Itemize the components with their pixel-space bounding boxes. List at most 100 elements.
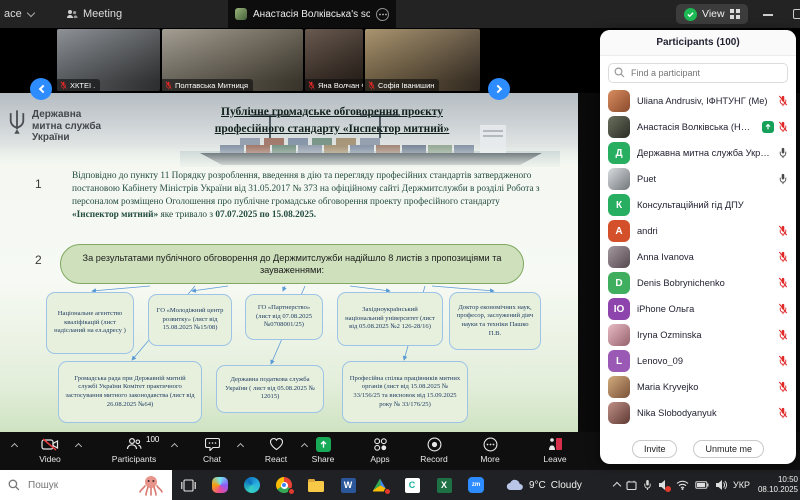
video-name-label: ХКТЕІ . <box>57 79 100 91</box>
chat-icon <box>205 437 220 451</box>
restore-button[interactable] <box>793 9 800 19</box>
tab-shared-screen[interactable]: Анастасія Волківська's screen <box>228 0 396 28</box>
avatar <box>608 324 630 346</box>
participant-name: Iryna Ozminska <box>637 330 771 340</box>
participant-name: Консультаційний гід ДПУ <box>637 200 781 210</box>
unmute-me-button[interactable]: Unmute me <box>693 440 764 458</box>
mic-icon <box>778 173 788 185</box>
search-input[interactable] <box>608 63 788 83</box>
tray-battery-icon[interactable] <box>695 481 709 489</box>
participant-name: Анастасія Волківська (Host) <box>637 122 755 132</box>
workspace-label[interactable]: ace <box>4 8 22 20</box>
avatar <box>608 376 630 398</box>
c-app-icon[interactable]: C <box>401 473 423 497</box>
participants-button[interactable]: 100 Participants <box>103 436 165 464</box>
video-thumbnail[interactable]: ХКТЕІ . <box>57 29 160 91</box>
avatar: L <box>608 350 630 372</box>
leave-button[interactable]: Leave <box>533 436 577 464</box>
notification-badge <box>288 488 295 495</box>
invite-button[interactable]: Invite <box>632 440 678 458</box>
participant-row[interactable]: К Консультаційний гід ДПУ <box>608 192 788 218</box>
participant-row[interactable]: Анастасія Волківська (Host) <box>608 114 788 140</box>
taskbar-search-box[interactable] <box>0 470 172 500</box>
mic-options-caret-icon[interactable] <box>11 443 18 450</box>
presentation-slide: Державна митна служба України Публічне г… <box>0 93 578 432</box>
video-thumbnail[interactable]: Яна Волчан ФСМП <box>305 29 363 91</box>
view-button-label: View <box>702 8 725 20</box>
tray-mic-icon[interactable] <box>643 479 652 491</box>
proposal-box: ГО «Молодіжний центр розвитку» (лист від… <box>148 294 232 346</box>
video-thumbnail[interactable]: Софія Іванишин <box>365 29 480 91</box>
excel-icon[interactable]: X <box>433 473 455 497</box>
notification-badge <box>384 488 391 495</box>
participant-row[interactable]: Puet <box>608 166 788 192</box>
mic-icon <box>778 147 788 159</box>
meeting-tab-label: Meeting <box>83 8 122 20</box>
weather-condition: Cloudy <box>551 480 582 491</box>
screen-preview-icon <box>235 8 247 20</box>
chat-options-caret-icon[interactable] <box>237 443 244 450</box>
proposal-box: Доктор економічних наук, професор, заслу… <box>449 292 541 350</box>
participant-row[interactable]: A andri <box>608 218 788 244</box>
mic-muted-icon <box>778 251 788 263</box>
share-button[interactable]: Share <box>303 436 343 464</box>
slide-item-number-1: 1 <box>35 177 42 191</box>
participant-name: Державна митна служба України <box>637 148 771 158</box>
avatar <box>608 90 630 112</box>
language-indicator[interactable]: УКР <box>733 480 750 490</box>
chat-button[interactable]: Chat <box>192 436 232 464</box>
react-button[interactable]: React <box>256 436 296 464</box>
next-videos-button[interactable] <box>488 78 510 100</box>
tray-window-icon[interactable] <box>626 480 637 491</box>
previous-videos-button[interactable] <box>30 78 52 100</box>
tray-expand-icon[interactable] <box>613 482 621 490</box>
zoom-app-icon[interactable]: zm <box>465 473 487 497</box>
participant-row[interactable]: Maria Kryvejko <box>608 374 788 400</box>
mic-muted-icon <box>308 81 315 90</box>
avatar: К <box>608 194 630 216</box>
tray-wifi-icon[interactable] <box>676 480 689 490</box>
participant-row[interactable]: Anna Ivanova <box>608 244 788 270</box>
record-button[interactable]: Record <box>412 436 456 464</box>
video-name-label: Яна Волчан ФСМП <box>305 79 363 91</box>
participant-row[interactable]: D Denis Bobrynichenko <box>608 270 788 296</box>
edge-browser-icon[interactable] <box>241 473 263 497</box>
chrome-browser-icon[interactable] <box>273 473 295 497</box>
tray-speaker-muted-icon[interactable] <box>658 479 670 491</box>
slide-item-number-2: 2 <box>35 253 42 267</box>
tray-volume-icon[interactable] <box>715 479 727 491</box>
taskbar-clock[interactable]: 10:5008.10.2025 <box>756 475 798 495</box>
video-options-caret-icon[interactable] <box>75 443 82 450</box>
task-view-button[interactable] <box>177 473 199 497</box>
video-button[interactable]: Video <box>30 436 70 464</box>
google-drive-icon[interactable] <box>369 473 391 497</box>
participant-name: Lenovo_09 <box>637 356 771 366</box>
taskbar-search-input[interactable] <box>26 479 118 492</box>
search-highlight-octopus-icon <box>138 474 164 496</box>
participant-row[interactable]: Nika Slobodyanyuk <box>608 400 788 426</box>
participants-panel: Participants (100) Uliana Andrusiv, ІФНТ… <box>600 30 796 464</box>
participant-row[interactable]: Д Державна митна служба України <box>608 140 788 166</box>
more-button[interactable]: More <box>470 436 510 464</box>
participant-row[interactable]: Iryna Ozminska <box>608 322 788 348</box>
minimize-button[interactable] <box>763 14 773 16</box>
tab-options-icon[interactable] <box>376 8 389 21</box>
grid-view-icon <box>730 9 740 19</box>
word-icon[interactable]: W <box>337 473 359 497</box>
copilot-icon[interactable] <box>209 473 231 497</box>
chevron-down-icon[interactable] <box>27 8 35 16</box>
apps-button[interactable]: Apps <box>360 436 400 464</box>
participant-row[interactable]: L Lenovo_09 <box>608 348 788 374</box>
participant-name: Anna Ivanova <box>637 252 771 262</box>
video-thumbnail[interactable]: Полтавська Митниця <box>162 29 303 91</box>
participant-row[interactable]: Uliana Andrusiv, ІФНТУНГ (Me) <box>608 88 788 114</box>
participants-options-caret-icon[interactable] <box>171 443 178 450</box>
video-thumbnails: ХКТЕІ . Полтавська Митниця Яна Волчан ФС… <box>57 29 480 91</box>
view-button[interactable]: View <box>676 4 748 24</box>
weather-widget[interactable]: 9°C Cloudy <box>506 479 582 491</box>
video-button-label: Video <box>39 454 61 464</box>
file-explorer-icon[interactable] <box>305 473 327 497</box>
tab-meeting[interactable]: Meeting <box>66 0 122 28</box>
participant-name: Puet <box>637 174 771 184</box>
participant-row[interactable]: IO iPhone Ольга <box>608 296 788 322</box>
